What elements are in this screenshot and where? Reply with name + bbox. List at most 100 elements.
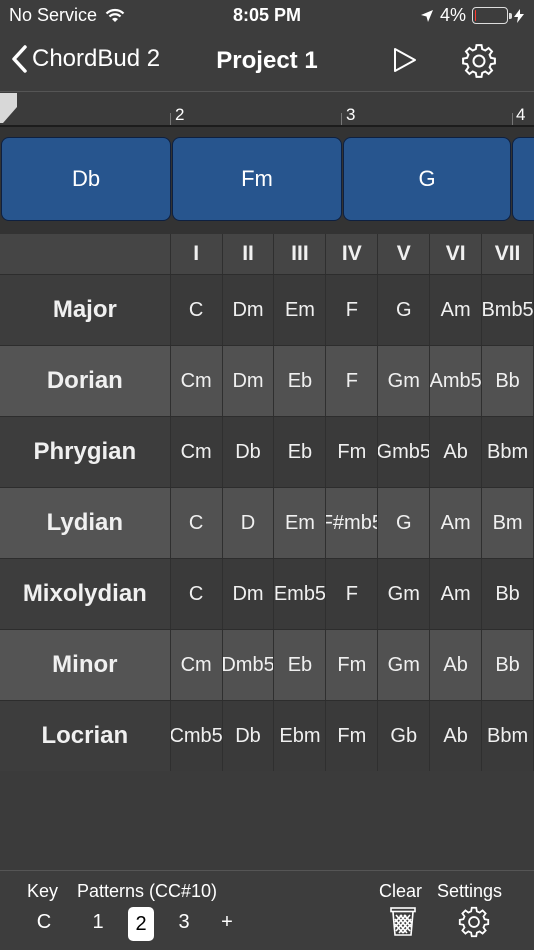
battery-level [475,10,477,21]
chord-cell[interactable]: Bm [482,488,534,558]
chord-cell[interactable]: F [326,346,379,416]
chord-cell[interactable]: Eb [274,417,327,487]
chevron-left-icon [12,45,27,73]
pattern-button-1[interactable]: 1 [85,911,111,934]
pattern-button-2[interactable]: 2 [128,907,154,941]
chord-cell[interactable]: Db [222,417,275,487]
chord-cell[interactable]: G [378,275,431,345]
chord-cell[interactable]: Ebm [274,701,327,771]
chord-cell[interactable]: Ab [430,630,483,700]
chord-cell[interactable]: Cm [170,346,223,416]
degree-header: VII [482,234,534,274]
mode-row: Dorian Cm Dm Eb F Gm Amb5 Bb [0,345,534,416]
back-button[interactable]: ChordBud 2 [10,44,160,74]
chord-cell[interactable]: Eb [274,630,327,700]
chord-cell[interactable]: Ab [430,417,483,487]
key-selector[interactable]: C [31,911,57,934]
chord-cell[interactable]: Bb [482,559,534,629]
battery-icon [472,7,512,24]
mode-row: Minor Cm Dmb5 Eb Fm Gm Ab Bb [0,629,534,700]
chord-cell[interactable]: Dm [222,275,275,345]
chord-cell[interactable]: Em [274,275,327,345]
chord-cell[interactable]: Am [430,488,483,558]
chord-cell[interactable]: Eb [274,346,327,416]
chord-cell[interactable]: Gm [378,630,431,700]
bar-number: 3 [346,105,356,124]
chord-cell[interactable]: Fm [326,417,379,487]
mode-label: Locrian [0,701,171,771]
degree-header: I [170,234,223,274]
settings-label: Settings [437,881,503,901]
mode-label: Dorian [0,346,171,416]
chord-cell[interactable]: Dm [222,559,275,629]
chord-block[interactable]: G [343,137,511,221]
battery-percent: 4% [439,5,466,25]
chord-cell[interactable]: Bbm [482,701,534,771]
chord-cell[interactable]: Db [222,701,275,771]
playhead-handle[interactable] [0,93,18,123]
chord-cell[interactable]: Amb5 [430,346,483,416]
chord-cell[interactable]: Bb [482,346,534,416]
bar-number: 4 [516,105,526,124]
chord-cell[interactable]: Gmb5 [378,417,431,487]
chord-block[interactable]: Db [1,137,171,221]
chord-block[interactable]: Fm [172,137,342,221]
chord-grid: I II III IV V VI VII Major C Dm Em F G Am Bmb5 D… [0,234,534,771]
chord-cell[interactable]: Gb [378,701,431,771]
pattern-button-3[interactable]: 3 [171,911,197,934]
chord-block-label: G [418,166,436,191]
chord-cell[interactable]: C [170,275,223,345]
chord-cell[interactable]: F [326,275,379,345]
mode-row: Phrygian Cm Db Eb Fm Gmb5 Ab Bbm [0,416,534,487]
chord-block-label: Fm [241,166,273,191]
mode-label: Mixolydian [0,559,171,629]
chord-cell[interactable]: Am [430,275,483,345]
chord-cell[interactable]: F#mb5 [326,488,379,558]
back-button-label: ChordBud 2 [32,45,161,72]
chord-cell[interactable]: Dmb5 [222,630,275,700]
bottom-toolbar: Key C Patterns (CC#10) 1 2 3 + Clear Set… [0,870,534,950]
chord-cell[interactable]: Ab [430,701,483,771]
chord-cell[interactable]: G [378,488,431,558]
bar-number: 2 [175,105,185,124]
chord-cell[interactable]: Emb5 [274,559,327,629]
add-pattern-button[interactable]: + [214,911,240,934]
mode-label: Minor [0,630,171,700]
settings-gear-icon[interactable] [457,905,491,939]
mode-label: Lydian [0,488,171,558]
play-icon[interactable] [392,46,418,74]
header-spacer [0,234,171,274]
mode-row: Locrian Cmb5 Db Ebm Fm Gb Ab Bbm [0,700,534,771]
chord-cell[interactable]: Dm [222,346,275,416]
grid-header: I II III IV V VI VII [0,234,534,274]
chord-cell[interactable]: Bbm [482,417,534,487]
location-arrow-icon [420,9,433,22]
chord-cell[interactable]: Cm [170,417,223,487]
mode-row: Mixolydian C Dm Emb5 F Gm Am Bb [0,558,534,629]
chord-block[interactable] [512,137,534,221]
key-label: Key [27,881,59,901]
chord-cell[interactable]: Em [274,488,327,558]
chord-cell[interactable]: C [170,559,223,629]
chord-block-label: Db [71,166,101,191]
chord-cell[interactable]: F [326,559,379,629]
chord-cell[interactable]: Bmb5 [482,275,534,345]
chord-cell[interactable]: Fm [326,701,379,771]
chord-cell[interactable]: Gm [378,559,431,629]
nav-bar: ChordBud 2 Project 1 [0,32,534,92]
chord-cell[interactable]: Fm [326,630,379,700]
trash-icon[interactable] [389,905,417,937]
chord-cell[interactable]: Gm [378,346,431,416]
degree-header: VI [430,234,483,274]
chord-cell[interactable]: Cmb5 [170,701,223,771]
gear-icon[interactable] [460,42,498,80]
mode-row: LydianCDEmF#mb5GAmBm [0,487,534,558]
chord-cell[interactable]: Bb [482,630,534,700]
timeline-ruler[interactable]: 2 3 4 [0,93,534,127]
mode-row: Major C Dm Em F G Am Bmb5 [0,274,534,345]
chord-cell[interactable]: C [170,488,223,558]
chord-cell[interactable]: Cm [170,630,223,700]
chord-cell[interactable]: Am [430,559,483,629]
chord-cell[interactable]: D [222,488,275,558]
status-bar: No Service 8:05 PM 4% [0,0,534,32]
